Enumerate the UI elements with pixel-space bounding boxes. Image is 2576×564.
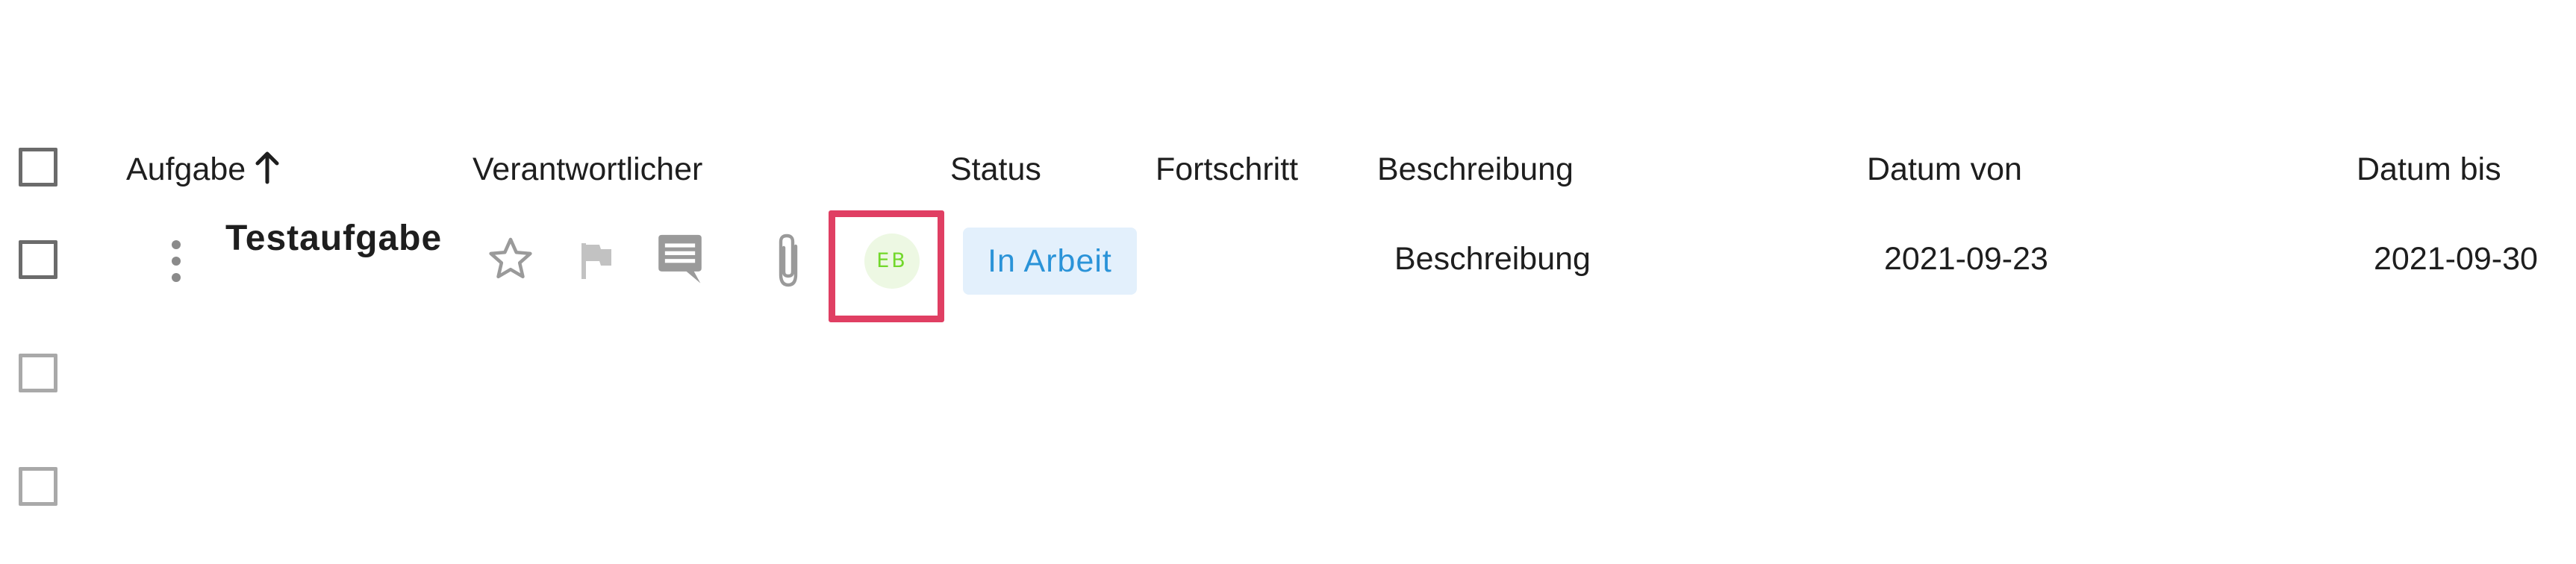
empty-row-checkbox[interactable] [19,467,57,506]
comment-icon[interactable] [654,233,706,286]
column-header-task[interactable]: Aufgabe [126,146,246,192]
empty-row-checkbox[interactable] [19,354,57,392]
task-title[interactable]: Testaufgabe [225,215,442,263]
task-table: Aufgabe Verantwortlicher Status Fortschr… [0,0,2576,564]
column-header-date-to[interactable]: Datum bis [2357,146,2501,192]
status-badge[interactable]: In Arbeit [963,228,1137,295]
description-cell: Beschreibung [1394,241,1591,277]
column-header-date-from[interactable]: Datum von [1867,146,2022,192]
column-header-progress[interactable]: Fortschritt [1156,146,1298,192]
arrow-up-icon[interactable] [252,149,282,185]
row-select-checkbox[interactable] [19,240,57,279]
date-to-cell: 2021-09-30 [2374,241,2538,277]
flag-icon[interactable] [578,242,614,279]
column-header-description[interactable]: Beschreibung [1377,146,1574,192]
column-header-owner[interactable]: Verantwortlicher [473,146,702,192]
paperclip-icon[interactable] [772,231,805,291]
star-icon[interactable] [485,234,536,284]
select-all-checkbox[interactable] [19,148,57,187]
avatar[interactable]: EB [864,234,920,289]
date-from-cell: 2021-09-23 [1884,241,2048,277]
column-header-status[interactable]: Status [950,146,1041,192]
more-vert-icon[interactable] [168,240,184,294]
